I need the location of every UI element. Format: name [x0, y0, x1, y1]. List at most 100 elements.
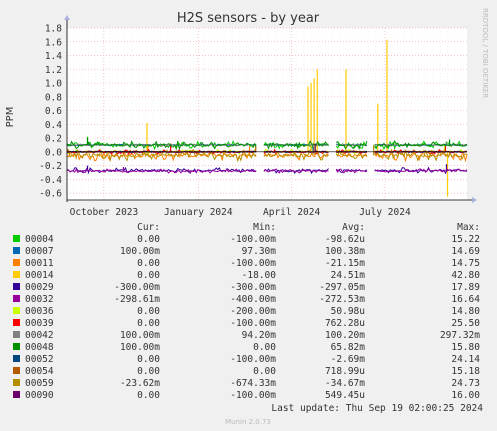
legend-swatch-00042 [13, 331, 20, 338]
y-tick-label: 0.2 [45, 134, 62, 145]
legend-value: 0.00 [253, 366, 276, 377]
y-tick-label: 0.6 [45, 106, 62, 117]
legend: Cur: Min: Avg: Max: 00004 0.00 -100.00m -98.62u… [13, 222, 480, 401]
legend-name: 00036 [25, 306, 54, 317]
y-axis-arrow [64, 15, 70, 20]
y-tick-label: 0.0 [45, 147, 62, 158]
legend-column-header: Avg: [342, 222, 365, 233]
y-tick-label: -0.2 [39, 161, 62, 172]
legend-name: 00090 [25, 390, 54, 401]
legend-swatch-00032 [13, 295, 20, 302]
legend-value: -100.00m [230, 258, 276, 269]
legend-swatch-00054 [13, 367, 20, 374]
chart-title: H2S sensors - by year [177, 11, 320, 26]
legend-swatch-00007 [13, 247, 20, 254]
legend-value: 0.00 [137, 306, 160, 317]
y-tick-label: 0.4 [45, 120, 62, 131]
legend-value: 100.00m [120, 342, 160, 353]
legend-value: 100.20m [325, 330, 365, 341]
legend-value: -674.33m [230, 378, 276, 389]
legend-value: -98.62u [325, 234, 365, 245]
legend-value: 14.80 [451, 306, 480, 317]
legend-value: 0.00 [137, 234, 160, 245]
legend-value: -23.62m [120, 378, 160, 389]
legend-value: -300.00m [230, 282, 276, 293]
legend-name: 00048 [25, 342, 54, 353]
legend-swatch-00036 [13, 307, 20, 314]
legend-name: 00042 [25, 330, 54, 341]
legend-value: -100.00m [230, 234, 276, 245]
legend-swatch-00039 [13, 319, 20, 326]
legend-swatch-00090 [13, 391, 20, 398]
legend-value: 14.69 [451, 246, 480, 257]
legend-swatch-00011 [13, 259, 20, 266]
legend-column-header: Cur: [137, 222, 160, 233]
legend-value: -300.00m [114, 282, 160, 293]
legend-value: -200.00m [230, 306, 276, 317]
legend-name: 00032 [25, 294, 54, 305]
legend-name: 00029 [25, 282, 54, 293]
legend-value: 0.00 [137, 366, 160, 377]
legend-value: 94.20m [242, 330, 277, 341]
chart: -0.6 -0.4 -0.2 0.0 0.2 0.4 0.6 0.8 1.0 1.2 1.4 1.6 1… [5, 8, 489, 426]
y-tick-label: 1.2 [45, 65, 62, 76]
legend-swatch-00004 [13, 235, 20, 242]
legend-value: 100.00m [120, 246, 160, 257]
legend-column-header: Min: [253, 222, 276, 233]
legend-name: 00011 [25, 258, 54, 269]
legend-value: -18.00 [242, 270, 277, 281]
legend-value: 297.32m [440, 330, 480, 341]
y-axis-label: PPM [5, 107, 16, 128]
legend-value: -298.61m [114, 294, 160, 305]
y-tick-label: -0.4 [39, 175, 62, 186]
legend-value: 14.75 [451, 258, 480, 269]
x-tick-label: April 2024 [263, 207, 320, 218]
legend-value: 24.14 [451, 354, 480, 365]
legend-swatch-00048 [13, 343, 20, 350]
legend-value: 17.89 [451, 282, 480, 293]
grid-layer [66, 27, 467, 200]
legend-value: 100.38m [325, 246, 365, 257]
x-axis-arrow [472, 197, 477, 203]
legend-value: -297.05m [319, 282, 365, 293]
y-tick-label: 0.8 [45, 92, 62, 103]
legend-value: -100.00m [230, 390, 276, 401]
legend-value: 100.00m [120, 330, 160, 341]
legend-value: 15.22 [451, 234, 480, 245]
legend-value: 16.64 [451, 294, 480, 305]
legend-value: 549.45u [325, 390, 365, 401]
legend-name: 00014 [25, 270, 54, 281]
legend-value: -100.00m [230, 318, 276, 329]
y-tick-label: 1.0 [45, 79, 62, 90]
x-tick-label: January 2024 [164, 207, 233, 218]
legend-name: 00004 [25, 234, 54, 245]
legend-name: 00039 [25, 318, 54, 329]
legend-value: -21.15m [325, 258, 365, 269]
plot-area [67, 28, 467, 200]
legend-value: -34.67m [325, 378, 365, 389]
legend-value: 42.80 [451, 270, 480, 281]
legend-value: 24.73 [451, 378, 480, 389]
legend-value: 50.98u [331, 306, 365, 317]
side-label: RRDTOOL / TOBI OETIKER [481, 8, 489, 98]
legend-value: 0.00 [137, 270, 160, 281]
legend-swatch-00014 [13, 271, 20, 278]
legend-value: 25.50 [451, 318, 480, 329]
legend-name: 00059 [25, 378, 54, 389]
legend-name: 00007 [25, 246, 54, 257]
y-tick-label: 1.6 [45, 37, 62, 48]
footer: Munin 2.0.73 [225, 418, 271, 426]
y-tick-label: 1.8 [45, 24, 62, 35]
legend-value: 24.51m [331, 270, 366, 281]
legend-value: -272.53m [319, 294, 365, 305]
legend-value: 0.00 [137, 258, 160, 269]
legend-value: 15.18 [451, 366, 480, 377]
legend-value: 762.28u [325, 318, 365, 329]
legend-column-header: Max: [457, 222, 480, 233]
legend-swatch-00059 [13, 379, 20, 386]
legend-swatch-00052 [13, 355, 20, 362]
legend-value: 65.82m [331, 342, 366, 353]
legend-value: 0.00 [253, 342, 276, 353]
y-tick-label: -0.6 [39, 189, 62, 200]
legend-value: 16.00 [451, 390, 480, 401]
